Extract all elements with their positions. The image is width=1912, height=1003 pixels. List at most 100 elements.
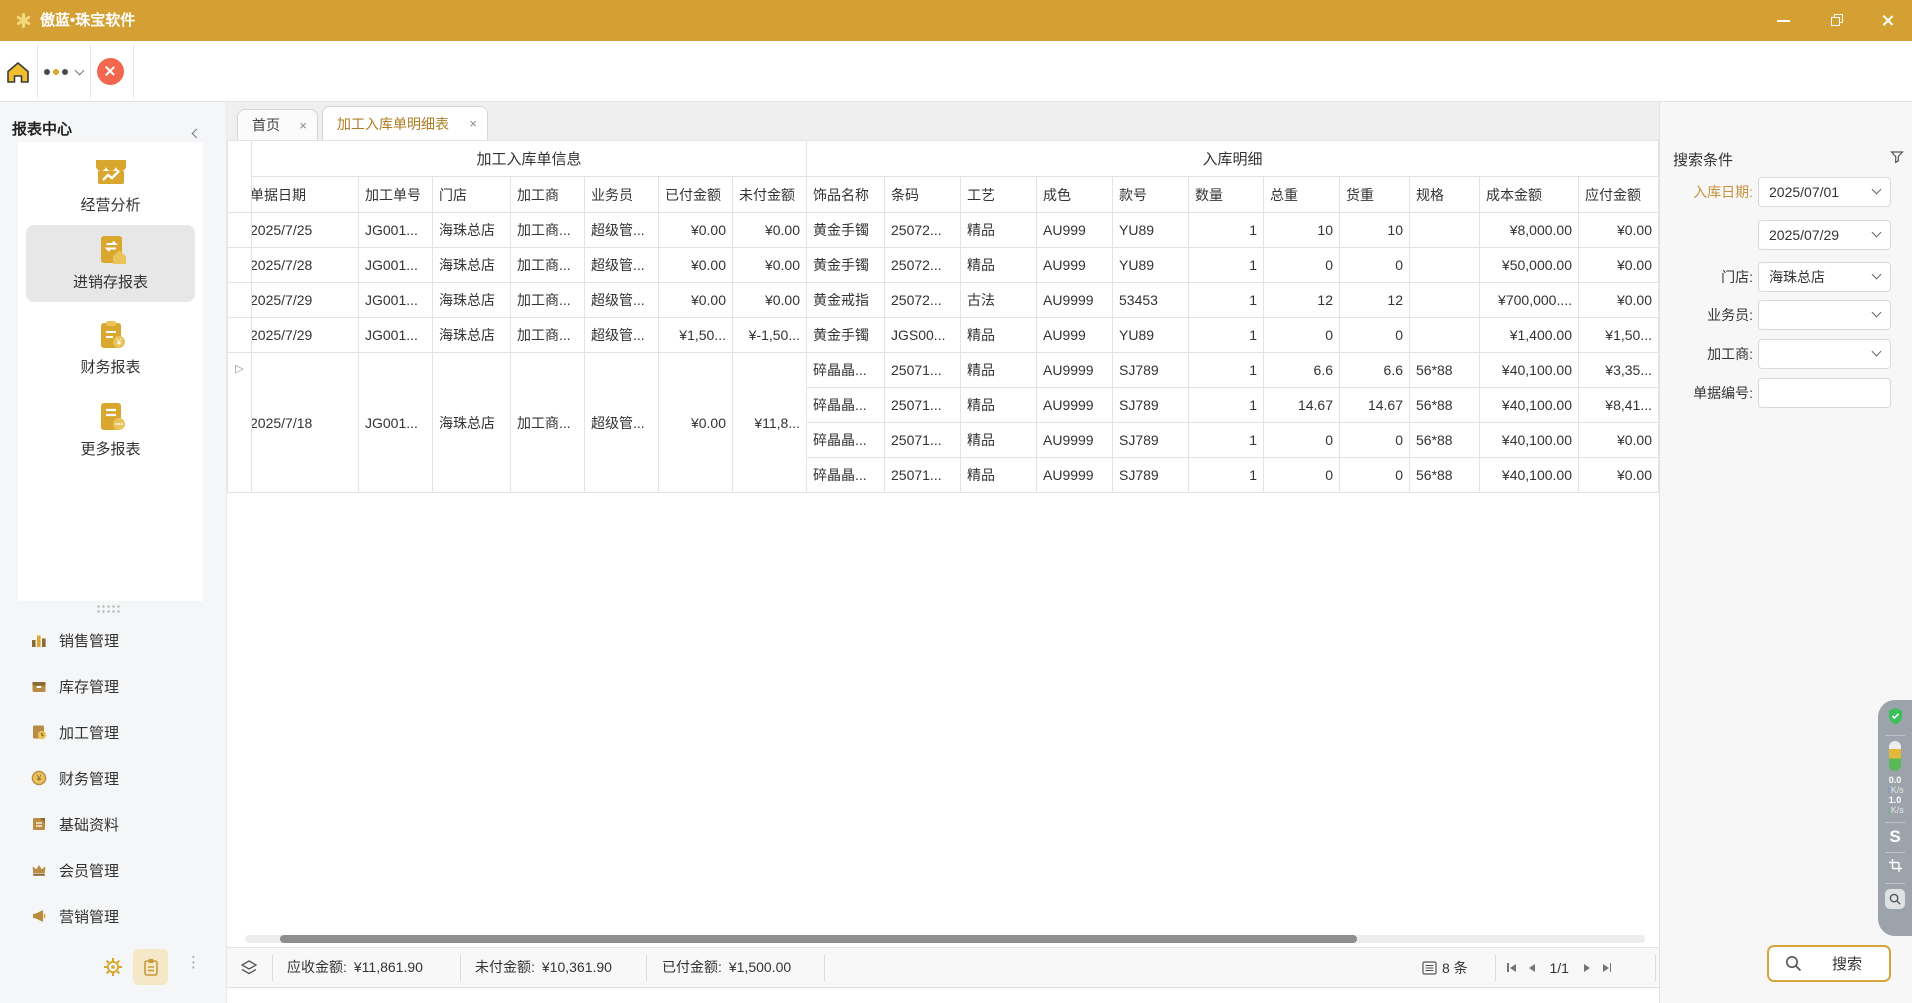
sidebar-item-finance-reports[interactable]: ¥ 财务报表 bbox=[26, 314, 195, 384]
widget-search-button[interactable] bbox=[1885, 889, 1905, 909]
close-all-button[interactable] bbox=[97, 58, 124, 85]
tab-label: 首页 bbox=[252, 115, 280, 135]
cell: 0 bbox=[1264, 458, 1340, 493]
sidebar-item-label: 加工管理 bbox=[59, 722, 119, 743]
cell: 黄金手镯 bbox=[807, 213, 885, 248]
col-header-cost[interactable]: 成本金额 bbox=[1480, 177, 1579, 213]
more-options-button[interactable]: ⋮ bbox=[186, 953, 201, 971]
field-clerk: 业务员: bbox=[1660, 300, 1912, 330]
minimize-icon bbox=[1777, 20, 1790, 22]
shield-check-icon[interactable] bbox=[1888, 708, 1903, 730]
col-header-total-weight[interactable]: 总重 bbox=[1264, 177, 1340, 213]
settings-button[interactable] bbox=[103, 957, 123, 977]
close-window-button[interactable] bbox=[1864, 0, 1910, 41]
cell: 精品 bbox=[961, 318, 1037, 353]
scrollbar-track[interactable] bbox=[245, 935, 1645, 943]
report-content: 加工入库单信息 入库明细 单据日期 加工单号 门店 加工商 业务员 已付金额 未… bbox=[227, 140, 1659, 931]
table-row[interactable]: 2025/7/29 JG001... 海珠总店 加工商... 超级管... ¥1… bbox=[228, 318, 1659, 353]
cell: 25072... bbox=[885, 283, 961, 318]
field-order-no: 单据编号: bbox=[1660, 378, 1912, 408]
order-no-input[interactable] bbox=[1758, 378, 1891, 408]
chevron-down-icon bbox=[1872, 270, 1882, 280]
col-header-processor[interactable]: 加工商 bbox=[511, 177, 585, 213]
col-header-store[interactable]: 门店 bbox=[433, 177, 511, 213]
sidebar-item-sales-management[interactable]: 销售管理 bbox=[0, 626, 227, 654]
sidebar-item-more-reports[interactable]: 更多报表 bbox=[26, 396, 195, 466]
sidebar-item-stock-management[interactable]: 库存管理 bbox=[0, 672, 227, 700]
recent-pages-button[interactable] bbox=[44, 58, 83, 86]
table-row[interactable]: 2025/7/28 JG001... 海珠总店 加工商... 超级管... ¥0… bbox=[228, 248, 1659, 283]
input-method-logo-icon[interactable]: S bbox=[1889, 827, 1900, 847]
cell: 10 bbox=[1340, 213, 1410, 248]
clerk-select[interactable] bbox=[1758, 300, 1891, 330]
table-group-row[interactable]: ▷ 2025/7/18 JG001... 海珠总店 加工商... 超级管... … bbox=[228, 353, 1659, 388]
cell: 海珠总店 bbox=[433, 283, 511, 318]
drag-handle[interactable] bbox=[96, 604, 120, 613]
sidebar-item-business-analysis[interactable]: 经营分析 bbox=[26, 152, 195, 222]
cell: 海珠总店 bbox=[433, 248, 511, 283]
col-header-purity[interactable]: 成色 bbox=[1037, 177, 1113, 213]
next-page-icon bbox=[1584, 964, 1590, 972]
store-select[interactable]: 海珠总店 bbox=[1758, 262, 1891, 292]
search-button[interactable]: 搜索 bbox=[1767, 945, 1891, 982]
svg-text:¥: ¥ bbox=[115, 337, 122, 347]
col-header-order-no[interactable]: 加工单号 bbox=[359, 177, 433, 213]
prev-page-button[interactable] bbox=[1529, 964, 1535, 972]
col-header-paid[interactable]: 已付金额 bbox=[659, 177, 733, 213]
cell: ¥-1,50... bbox=[733, 318, 807, 353]
inbound-date-end-select[interactable]: 2025/07/29 bbox=[1758, 220, 1891, 250]
col-header-item-name[interactable]: 饰品名称 bbox=[807, 177, 885, 213]
col-header-style-no[interactable]: 款号 bbox=[1113, 177, 1189, 213]
col-header-craft[interactable]: 工艺 bbox=[961, 177, 1037, 213]
bar-chart-icon bbox=[31, 632, 47, 648]
record-count: 8 条 bbox=[1422, 948, 1468, 987]
table-row[interactable]: 2025/7/25 JG001... 海珠总店 加工商... 超级管... ¥0… bbox=[228, 213, 1659, 248]
tab-close-icon[interactable]: × bbox=[469, 116, 477, 131]
filter-pin-icon[interactable] bbox=[1890, 150, 1904, 169]
title-bar: 傲蓝•珠宝软件 bbox=[0, 0, 1912, 41]
first-page-button[interactable] bbox=[1507, 963, 1516, 972]
last-page-button[interactable] bbox=[1603, 963, 1612, 972]
col-header-unpaid[interactable]: 未付金额 bbox=[733, 177, 807, 213]
home-icon bbox=[5, 59, 31, 85]
summary-layers-icon[interactable] bbox=[240, 960, 258, 981]
col-header-spec[interactable]: 规格 bbox=[1410, 177, 1480, 213]
processor-select[interactable] bbox=[1758, 339, 1891, 369]
page-indicator: 1/1 bbox=[1550, 960, 1569, 976]
tab-close-icon[interactable]: × bbox=[299, 118, 307, 133]
sidebar-item-finance-management[interactable]: ¥ 财务管理 bbox=[0, 764, 227, 792]
sidebar-item-basic-data[interactable]: 基础资料 bbox=[0, 810, 227, 838]
app-logo-icon bbox=[14, 11, 32, 29]
sidebar-item-marketing-management[interactable]: 营销管理 bbox=[0, 902, 227, 930]
cell: 2025/7/28 bbox=[252, 248, 359, 283]
col-header-qty[interactable]: 数量 bbox=[1189, 177, 1264, 213]
expand-row-icon[interactable]: ▷ bbox=[228, 353, 251, 375]
tab-processing-inbound-detail[interactable]: 加工入库单明细表 × bbox=[322, 106, 488, 140]
cell: ¥0.00 bbox=[1579, 283, 1659, 318]
inbound-date-start-select[interactable]: 2025/07/01 bbox=[1758, 177, 1891, 207]
sidebar-item-inventory-reports[interactable]: 进销存报表 bbox=[26, 225, 195, 302]
sidebar-item-member-management[interactable]: 会员管理 bbox=[0, 856, 227, 884]
tab-home[interactable]: 首页 × bbox=[237, 109, 318, 140]
col-header-clerk[interactable]: 业务员 bbox=[585, 177, 659, 213]
collapse-sidebar-button[interactable] bbox=[193, 124, 200, 142]
col-header-barcode[interactable]: 条码 bbox=[885, 177, 961, 213]
col-header-gold-weight[interactable]: 货重 bbox=[1340, 177, 1410, 213]
sidebar-item-processing-management[interactable]: 加工管理 bbox=[0, 718, 227, 746]
cell: ¥700,000.... bbox=[1480, 283, 1579, 318]
capsule-gauge-icon[interactable] bbox=[1889, 741, 1901, 771]
minimize-button[interactable] bbox=[1760, 0, 1806, 41]
restore-button[interactable] bbox=[1814, 0, 1860, 41]
report-list-button[interactable] bbox=[133, 949, 168, 985]
close-icon bbox=[104, 65, 117, 78]
cell: 14.67 bbox=[1340, 388, 1410, 423]
screenshot-crop-icon[interactable] bbox=[1888, 858, 1903, 878]
floating-assistant-widget[interactable]: 0.0 ↑K/s 1.0 ↓K/s S bbox=[1878, 700, 1912, 936]
home-button[interactable] bbox=[4, 58, 32, 86]
scrollbar-thumb[interactable] bbox=[280, 935, 1357, 943]
col-header-order-date[interactable]: 单据日期 bbox=[252, 177, 359, 213]
next-page-button[interactable] bbox=[1584, 964, 1590, 972]
cell: 1 bbox=[1189, 213, 1264, 248]
table-row[interactable]: 2025/7/29 JG001... 海珠总店 加工商... 超级管... ¥0… bbox=[228, 283, 1659, 318]
col-header-payable[interactable]: 应付金额 bbox=[1579, 177, 1659, 213]
